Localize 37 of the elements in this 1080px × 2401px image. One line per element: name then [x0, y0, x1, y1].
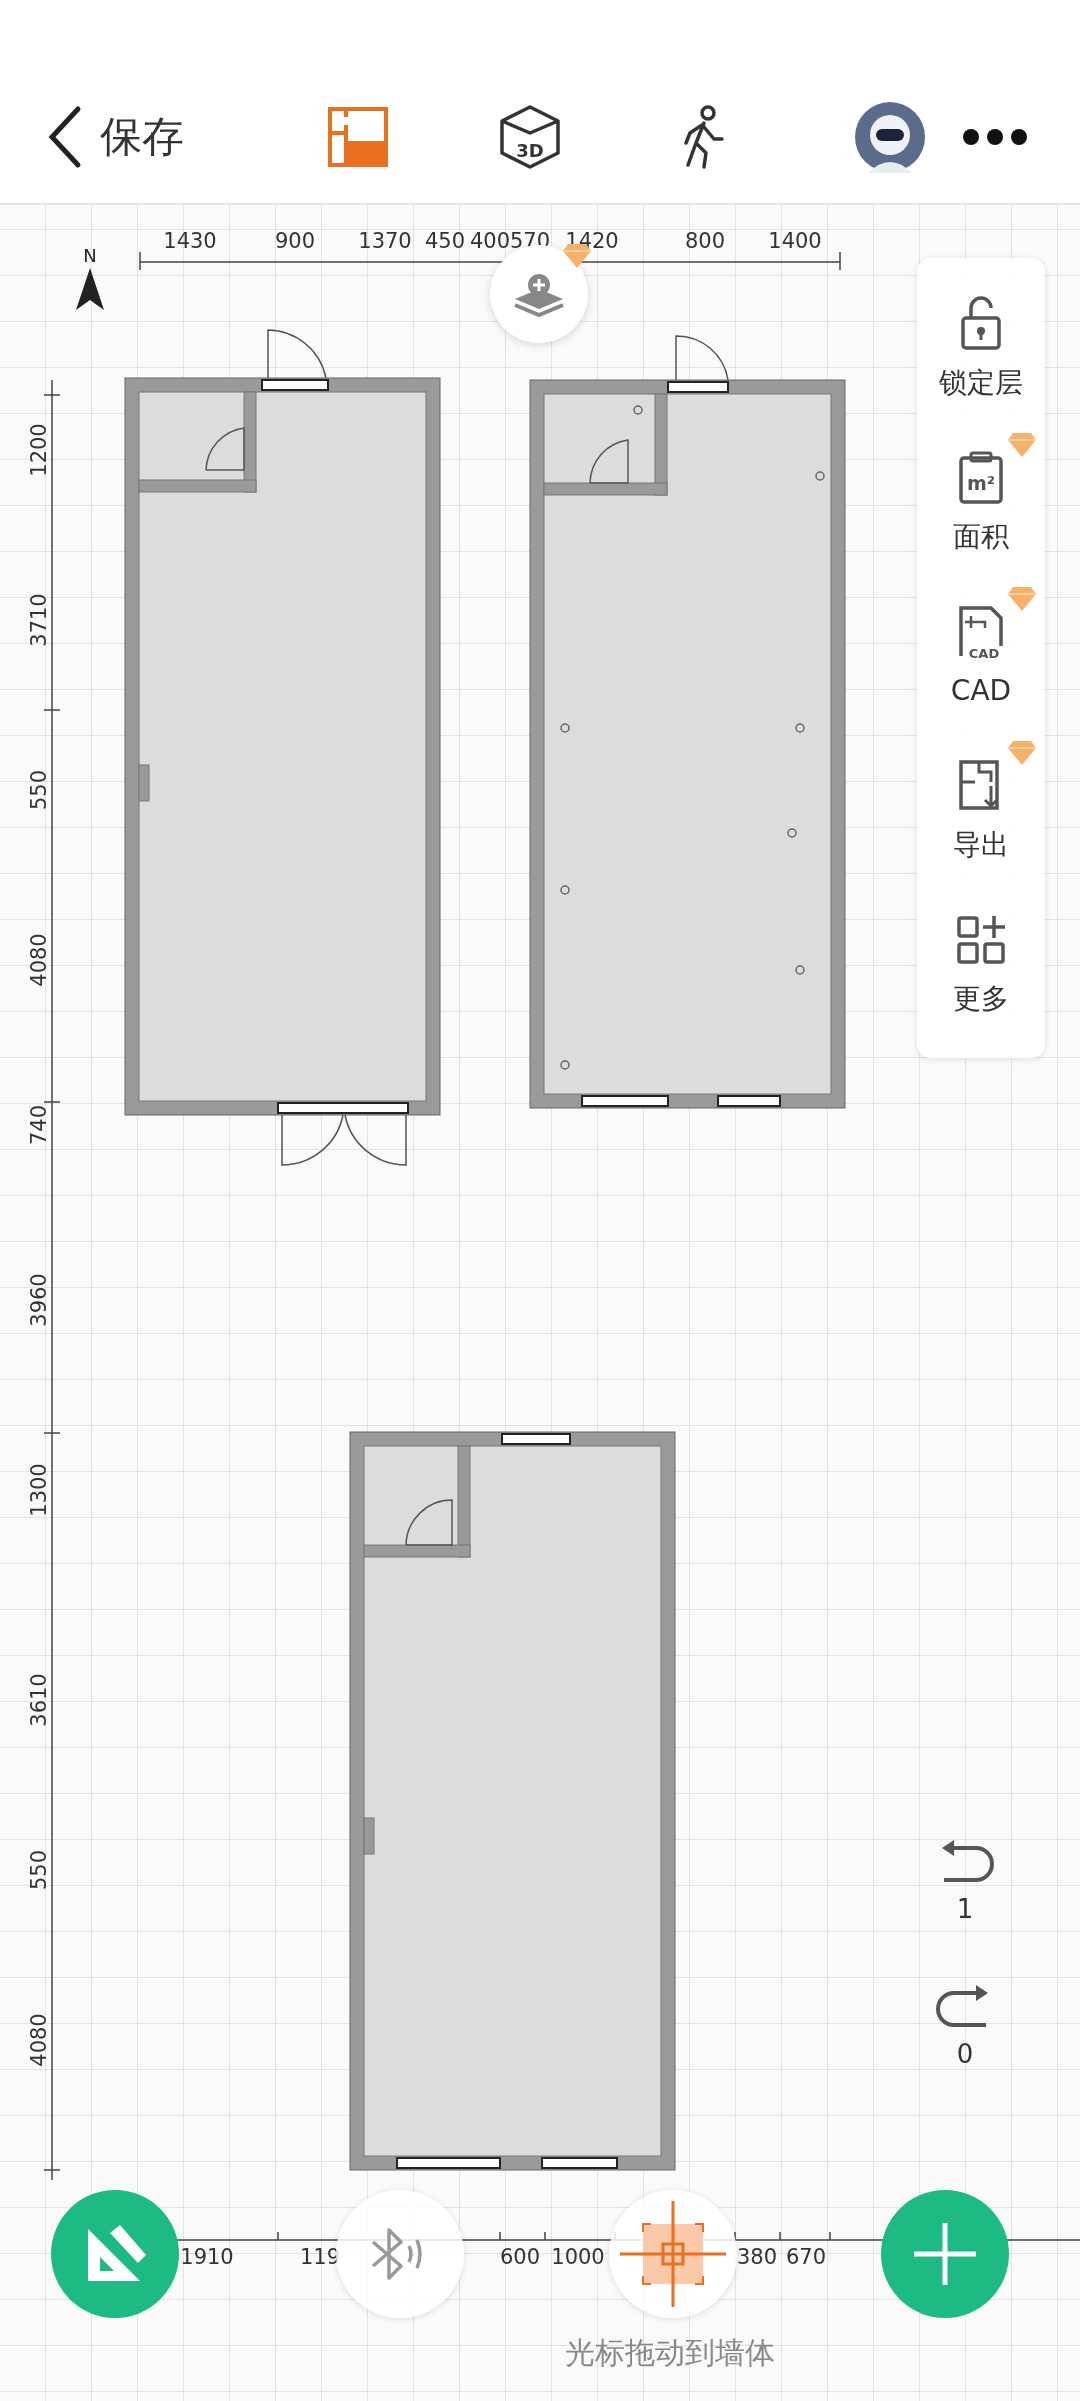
ruler-label: 800 — [684, 229, 726, 253]
ruler-label: 119 — [299, 2245, 341, 2269]
view-tab[interactable]: 3D — [496, 102, 564, 171]
ruler-label: 4080 — [27, 2013, 51, 2067]
redo-button[interactable]: 0 — [920, 1980, 1010, 2075]
tool-button[interactable]: m² 面积 — [917, 432, 1045, 586]
ruler-label: 740 — [27, 1104, 51, 1146]
tool-button[interactable]: 锁定层 — [917, 278, 1045, 432]
ruler-label: 3610 — [27, 1673, 51, 1727]
tool-button[interactable]: CAD CAD — [917, 586, 1045, 740]
ruler-label: 1370 — [358, 229, 412, 253]
hint-text: 光标拖动到墙体 — [565, 2334, 775, 2372]
ruler-label: 4080 — [27, 933, 51, 987]
tool-button[interactable]: 导出 — [917, 740, 1045, 894]
ruler-label: 1300 — [27, 1463, 51, 1517]
ruler-label: 1000 — [551, 2245, 605, 2269]
north-arrow-icon — [76, 268, 104, 310]
undo-button[interactable]: 1 — [920, 1835, 1010, 1930]
ruler-label: 550 — [27, 769, 51, 811]
ruler-label: 1910 — [180, 2245, 234, 2269]
ruler-label: 600 — [499, 2245, 541, 2269]
ruler-label: 1400 — [768, 229, 822, 253]
ruler-label: 3710 — [27, 593, 51, 647]
compass-label: N — [83, 245, 97, 266]
ruler-label: 670 — [785, 2245, 827, 2269]
ruler-label: 3960 — [27, 1273, 51, 1327]
crosshair-icon — [618, 2199, 728, 2309]
back-button[interactable]: 保存 — [44, 104, 184, 169]
ruler-label: 1200 — [27, 423, 51, 477]
ruler-label: 1430 — [163, 229, 217, 253]
ruler-label: 550 — [27, 1849, 51, 1891]
tool-button[interactable]: 更多 — [917, 894, 1045, 1048]
ruler-label: 450 — [424, 229, 466, 253]
ruler-label: 380 — [736, 2245, 778, 2269]
ruler-label: 400 — [469, 229, 511, 253]
avatar-icon[interactable] — [854, 100, 926, 173]
ruler-label: 900 — [274, 229, 316, 253]
